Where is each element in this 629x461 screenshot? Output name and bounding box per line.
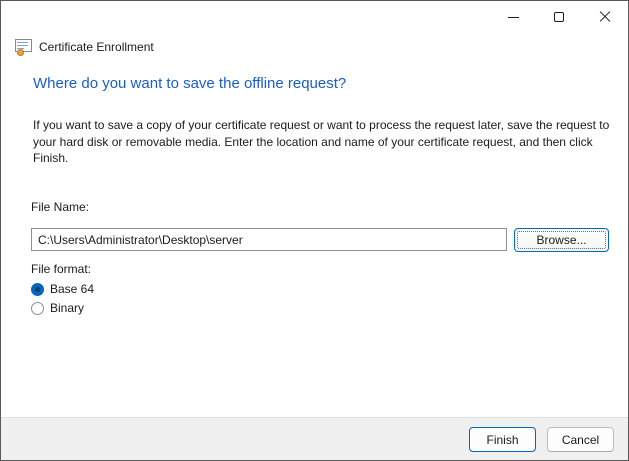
close-button[interactable]	[582, 1, 628, 33]
radio-base64-icon	[31, 283, 44, 296]
minimize-icon	[508, 17, 519, 18]
close-icon	[599, 11, 611, 23]
page-description: If you want to save a copy of your certi…	[33, 117, 611, 167]
titlebar	[1, 1, 628, 33]
radio-base64[interactable]: Base 64	[31, 282, 94, 296]
app-header: Certificate Enrollment	[15, 39, 154, 54]
radio-binary-icon	[31, 302, 44, 315]
certificate-icon	[15, 39, 32, 54]
file-format-label: File format:	[31, 262, 91, 276]
file-name-label: File Name:	[31, 200, 89, 214]
finish-button[interactable]: Finish	[469, 427, 536, 452]
radio-binary-label: Binary	[50, 301, 84, 315]
minimize-button[interactable]	[490, 1, 536, 33]
maximize-button[interactable]	[536, 1, 582, 33]
app-title: Certificate Enrollment	[39, 40, 154, 54]
certificate-enrollment-dialog: Certificate Enrollment Where do you want…	[0, 0, 629, 461]
radio-base64-label: Base 64	[50, 282, 94, 296]
file-name-input[interactable]	[31, 228, 507, 251]
footer-bar: Finish Cancel	[1, 417, 628, 460]
page-title: Where do you want to save the offline re…	[33, 75, 346, 92]
browse-button[interactable]: Browse...	[514, 228, 609, 252]
radio-binary[interactable]: Binary	[31, 301, 84, 315]
cancel-button[interactable]: Cancel	[547, 427, 614, 452]
maximize-icon	[554, 12, 564, 22]
